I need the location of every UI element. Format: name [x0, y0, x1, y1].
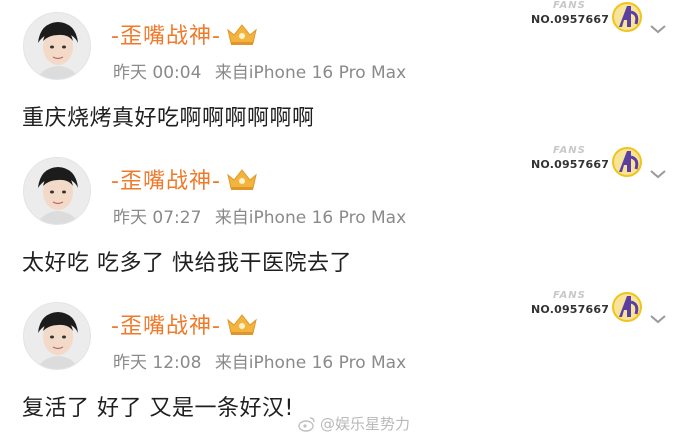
chevron-down-icon[interactable] — [648, 312, 668, 326]
username-row: -歪嘴战神- — [111, 308, 259, 340]
avatar-portrait-icon — [24, 303, 90, 369]
post-text: 复活了 好了 又是一条好汉! — [22, 396, 294, 421]
fans-number: NO.0957667 — [531, 13, 610, 26]
post-time: 昨天 00:04 — [113, 63, 202, 83]
watermark: @娱乐星势力 — [298, 413, 410, 434]
post-source[interactable]: 来自iPhone 16 Pro Max — [215, 208, 406, 228]
post-source[interactable]: 来自iPhone 16 Pro Max — [215, 353, 406, 373]
avengers-fans-icon — [612, 147, 642, 177]
chevron-down-icon[interactable] — [648, 167, 668, 181]
avatar-portrait-icon — [24, 158, 90, 224]
post-meta: 昨天 07:27 来自iPhone 16 Pro Max — [113, 203, 414, 228]
fans-number: NO.0957667 — [531, 158, 610, 171]
username[interactable]: -歪嘴战神- — [111, 163, 221, 195]
fans-badge[interactable]: FANS NO.0957667 — [525, 0, 645, 34]
post-time: 昨天 12:08 — [113, 353, 202, 373]
fans-badge[interactable]: FANS NO.0957667 — [525, 290, 645, 324]
fans-badge[interactable]: FANS NO.0957667 — [525, 145, 645, 179]
fans-number: NO.0957667 — [531, 303, 610, 316]
post-text: 太好吃 吃多了 快给我干医院去了 — [22, 251, 352, 276]
weibo-logo-icon — [298, 416, 315, 432]
username-row: -歪嘴战神- — [111, 18, 259, 50]
avengers-fans-icon — [612, 2, 642, 32]
fans-label: FANS — [553, 0, 586, 11]
username-row: -歪嘴战神- — [111, 163, 259, 195]
post-text: 重庆烧烤真好吃啊啊啊啊啊啊 — [22, 106, 315, 131]
avatar-portrait-icon — [24, 13, 90, 79]
username[interactable]: -歪嘴战神- — [111, 18, 221, 50]
crown-badge-icon — [227, 24, 257, 45]
username[interactable]: -歪嘴战神- — [111, 308, 221, 340]
crown-badge-icon — [227, 314, 257, 335]
avatar[interactable] — [23, 157, 91, 225]
post-source[interactable]: 来自iPhone 16 Pro Max — [215, 63, 406, 83]
watermark-text: @娱乐星势力 — [320, 415, 411, 433]
avatar[interactable] — [23, 12, 91, 80]
chevron-down-icon[interactable] — [648, 22, 668, 36]
post-meta: 昨天 00:04 来自iPhone 16 Pro Max — [113, 58, 414, 83]
avengers-fans-icon — [612, 292, 642, 322]
fans-label: FANS — [553, 145, 586, 156]
post-time: 昨天 07:27 — [113, 208, 202, 228]
avatar[interactable] — [23, 302, 91, 370]
fans-label: FANS — [553, 290, 586, 301]
crown-badge-icon — [227, 169, 257, 190]
post-meta: 昨天 12:08 来自iPhone 16 Pro Max — [113, 348, 414, 373]
